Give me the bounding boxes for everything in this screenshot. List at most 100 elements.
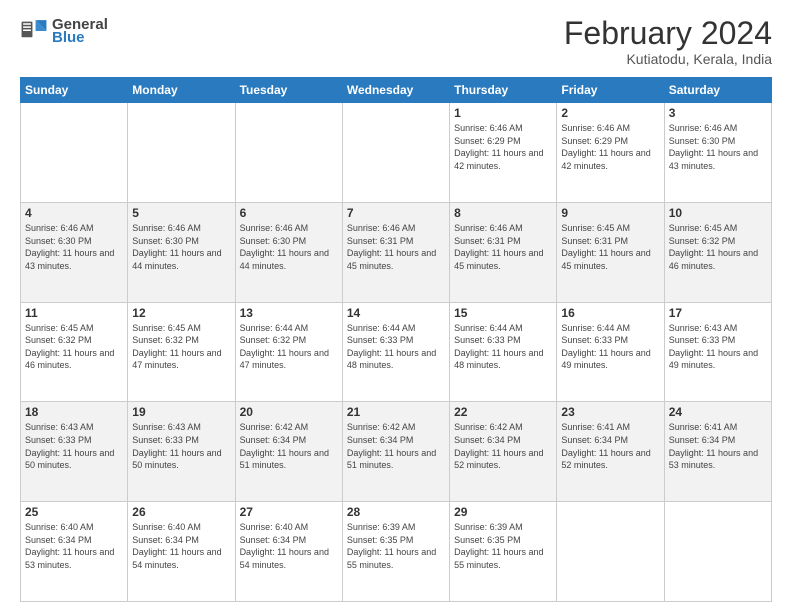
cell-0-0 (21, 103, 128, 203)
cell-3-4: 22 Sunrise: 6:42 AM Sunset: 6:34 PM Dayli… (450, 402, 557, 502)
day-number: 7 (347, 206, 445, 220)
day-info: Sunrise: 6:45 AM Sunset: 6:31 PM Dayligh… (561, 222, 659, 272)
day-info: Sunrise: 6:42 AM Sunset: 6:34 PM Dayligh… (347, 421, 445, 471)
cell-1-6: 10 Sunrise: 6:45 AM Sunset: 6:32 PM Dayli… (664, 202, 771, 302)
title-block: February 2024 Kutiatodu, Kerala, India (564, 16, 772, 67)
cell-4-0: 25 Sunrise: 6:40 AM Sunset: 6:34 PM Dayli… (21, 502, 128, 602)
cell-4-4: 29 Sunrise: 6:39 AM Sunset: 6:35 PM Dayli… (450, 502, 557, 602)
day-info: Sunrise: 6:46 AM Sunset: 6:29 PM Dayligh… (454, 122, 552, 172)
cell-3-2: 20 Sunrise: 6:42 AM Sunset: 6:34 PM Dayli… (235, 402, 342, 502)
cell-3-1: 19 Sunrise: 6:43 AM Sunset: 6:33 PM Dayli… (128, 402, 235, 502)
header-tuesday: Tuesday (235, 78, 342, 103)
day-number: 11 (25, 306, 123, 320)
day-info: Sunrise: 6:46 AM Sunset: 6:30 PM Dayligh… (240, 222, 338, 272)
cell-1-1: 5 Sunrise: 6:46 AM Sunset: 6:30 PM Daylig… (128, 202, 235, 302)
day-info: Sunrise: 6:39 AM Sunset: 6:35 PM Dayligh… (454, 521, 552, 571)
header-saturday: Saturday (664, 78, 771, 103)
day-number: 14 (347, 306, 445, 320)
cell-3-5: 23 Sunrise: 6:41 AM Sunset: 6:34 PM Dayli… (557, 402, 664, 502)
day-number: 8 (454, 206, 552, 220)
day-info: Sunrise: 6:44 AM Sunset: 6:33 PM Dayligh… (561, 322, 659, 372)
day-info: Sunrise: 6:46 AM Sunset: 6:30 PM Dayligh… (132, 222, 230, 272)
cell-2-4: 15 Sunrise: 6:44 AM Sunset: 6:33 PM Dayli… (450, 302, 557, 402)
day-number: 4 (25, 206, 123, 220)
header-monday: Monday (128, 78, 235, 103)
week-row-3: 18 Sunrise: 6:43 AM Sunset: 6:33 PM Dayli… (21, 402, 772, 502)
cell-4-2: 27 Sunrise: 6:40 AM Sunset: 6:34 PM Dayli… (235, 502, 342, 602)
cell-2-5: 16Sunrise: 6:44 AM Sunset: 6:33 PM Dayli… (557, 302, 664, 402)
cell-2-1: 12 Sunrise: 6:45 AM Sunset: 6:32 PM Dayli… (128, 302, 235, 402)
logo: General Blue (20, 16, 108, 46)
cell-0-1 (128, 103, 235, 203)
day-number: 9 (561, 206, 659, 220)
cell-0-2 (235, 103, 342, 203)
day-number: 20 (240, 405, 338, 419)
header-friday: Friday (557, 78, 664, 103)
week-row-4: 25 Sunrise: 6:40 AM Sunset: 6:34 PM Dayli… (21, 502, 772, 602)
day-number: 15 (454, 306, 552, 320)
day-number: 21 (347, 405, 445, 419)
day-number: 13 (240, 306, 338, 320)
cell-4-6 (664, 502, 771, 602)
day-number: 10 (669, 206, 767, 220)
day-number: 24 (669, 405, 767, 419)
day-info: Sunrise: 6:46 AM Sunset: 6:31 PM Dayligh… (347, 222, 445, 272)
cell-3-0: 18 Sunrise: 6:43 AM Sunset: 6:33 PM Dayli… (21, 402, 128, 502)
day-info: Sunrise: 6:46 AM Sunset: 6:30 PM Dayligh… (25, 222, 123, 272)
header-wednesday: Wednesday (342, 78, 449, 103)
days-header-row: Sunday Monday Tuesday Wednesday Thursday… (21, 78, 772, 103)
day-number: 1 (454, 106, 552, 120)
day-number: 25 (25, 505, 123, 519)
day-info: Sunrise: 6:40 AM Sunset: 6:34 PM Dayligh… (240, 521, 338, 571)
day-info: Sunrise: 6:40 AM Sunset: 6:34 PM Dayligh… (25, 521, 123, 571)
cell-0-6: 3Sunrise: 6:46 AM Sunset: 6:30 PM Daylig… (664, 103, 771, 203)
day-info: Sunrise: 6:43 AM Sunset: 6:33 PM Dayligh… (132, 421, 230, 471)
day-number: 12 (132, 306, 230, 320)
day-info: Sunrise: 6:44 AM Sunset: 6:32 PM Dayligh… (240, 322, 338, 372)
day-info: Sunrise: 6:41 AM Sunset: 6:34 PM Dayligh… (561, 421, 659, 471)
logo-text: General Blue (52, 16, 108, 46)
day-info: Sunrise: 6:45 AM Sunset: 6:32 PM Dayligh… (669, 222, 767, 272)
day-number: 29 (454, 505, 552, 519)
day-info: Sunrise: 6:43 AM Sunset: 6:33 PM Dayligh… (25, 421, 123, 471)
main-title: February 2024 (564, 16, 772, 51)
cell-1-2: 6 Sunrise: 6:46 AM Sunset: 6:30 PM Daylig… (235, 202, 342, 302)
cell-2-6: 17Sunrise: 6:43 AM Sunset: 6:33 PM Dayli… (664, 302, 771, 402)
day-number: 3 (669, 106, 767, 120)
day-info: Sunrise: 6:44 AM Sunset: 6:33 PM Dayligh… (347, 322, 445, 372)
cell-1-0: 4 Sunrise: 6:46 AM Sunset: 6:30 PM Daylig… (21, 202, 128, 302)
day-number: 27 (240, 505, 338, 519)
cell-3-3: 21 Sunrise: 6:42 AM Sunset: 6:34 PM Dayli… (342, 402, 449, 502)
day-info: Sunrise: 6:43 AM Sunset: 6:33 PM Dayligh… (669, 322, 767, 372)
day-info: Sunrise: 6:45 AM Sunset: 6:32 PM Dayligh… (25, 322, 123, 372)
header-sunday: Sunday (21, 78, 128, 103)
day-number: 22 (454, 405, 552, 419)
cell-2-3: 14 Sunrise: 6:44 AM Sunset: 6:33 PM Dayli… (342, 302, 449, 402)
day-info: Sunrise: 6:42 AM Sunset: 6:34 PM Dayligh… (454, 421, 552, 471)
day-number: 5 (132, 206, 230, 220)
day-info: Sunrise: 6:45 AM Sunset: 6:32 PM Dayligh… (132, 322, 230, 372)
day-info: Sunrise: 6:42 AM Sunset: 6:34 PM Dayligh… (240, 421, 338, 471)
cell-4-5 (557, 502, 664, 602)
day-number: 2 (561, 106, 659, 120)
week-row-2: 11 Sunrise: 6:45 AM Sunset: 6:32 PM Dayli… (21, 302, 772, 402)
logo-icon (20, 17, 48, 45)
day-number: 19 (132, 405, 230, 419)
cell-0-3 (342, 103, 449, 203)
top-bar: General Blue February 2024 Kutiatodu, Ke… (20, 16, 772, 67)
cell-2-0: 11 Sunrise: 6:45 AM Sunset: 6:32 PM Dayli… (21, 302, 128, 402)
header-thursday: Thursday (450, 78, 557, 103)
day-info: Sunrise: 6:44 AM Sunset: 6:33 PM Dayligh… (454, 322, 552, 372)
day-info: Sunrise: 6:39 AM Sunset: 6:35 PM Dayligh… (347, 521, 445, 571)
day-number: 23 (561, 405, 659, 419)
day-number: 26 (132, 505, 230, 519)
day-number: 28 (347, 505, 445, 519)
day-info: Sunrise: 6:41 AM Sunset: 6:34 PM Dayligh… (669, 421, 767, 471)
cell-0-5: 2 Sunrise: 6:46 AM Sunset: 6:29 PM Daylig… (557, 103, 664, 203)
day-number: 18 (25, 405, 123, 419)
day-number: 6 (240, 206, 338, 220)
day-info: Sunrise: 6:46 AM Sunset: 6:31 PM Dayligh… (454, 222, 552, 272)
cell-1-3: 7 Sunrise: 6:46 AM Sunset: 6:31 PM Daylig… (342, 202, 449, 302)
day-info: Sunrise: 6:46 AM Sunset: 6:29 PM Dayligh… (561, 122, 659, 172)
cell-3-6: 24 Sunrise: 6:41 AM Sunset: 6:34 PM Dayli… (664, 402, 771, 502)
